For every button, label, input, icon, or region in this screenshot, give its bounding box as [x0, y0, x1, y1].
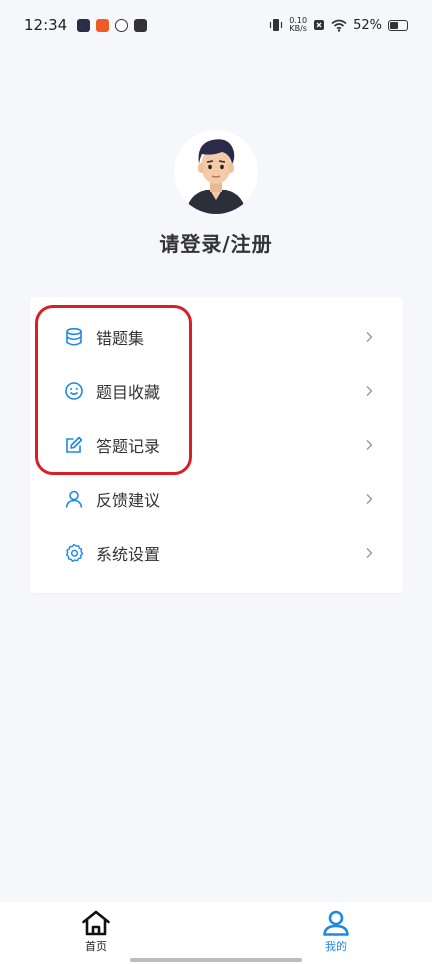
app-notification-icon	[96, 18, 110, 32]
gear-icon	[64, 543, 84, 563]
sim-off-icon	[314, 20, 325, 30]
chevron-right-icon	[366, 494, 373, 504]
message-notification-icon	[134, 18, 148, 32]
menu-item-label: 错题集	[96, 329, 145, 348]
home-icon	[82, 910, 110, 936]
nav-mine-label: 我的	[325, 940, 347, 953]
menu-item-wrong-questions[interactable]: 错题集	[30, 310, 403, 364]
screen: 12:34 0.10 KB/s 52% 请登录/注册 错题集 题目收藏 答题记录…	[0, 0, 432, 964]
menu-item-feedback[interactable]: 反馈建议	[30, 472, 403, 526]
status-bar: 12:34 0.10 KB/s 52%	[0, 0, 432, 50]
menu-item-settings[interactable]: 系统设置	[30, 526, 403, 580]
nav-home-label: 首页	[85, 940, 107, 953]
status-time: 12:34	[24, 16, 68, 34]
bottom-nav: 首页 我的	[0, 902, 432, 964]
menu-item-label: 系统设置	[96, 545, 161, 564]
user-icon	[64, 489, 84, 509]
database-icon	[64, 327, 84, 347]
avatar-illustration	[174, 130, 258, 214]
profile-section: 请登录/注册	[0, 130, 432, 257]
menu-item-answer-history[interactable]: 答题记录	[30, 418, 403, 472]
app-notification-icon	[115, 18, 129, 32]
app-notification-icon	[77, 18, 91, 32]
login-register-link[interactable]: 请登录/注册	[159, 228, 272, 257]
chevron-right-icon	[366, 440, 373, 450]
network-speed-unit: KB/s	[289, 24, 307, 33]
menu-card: 错题集 题目收藏 答题记录 反馈建议 系统设置	[30, 297, 403, 593]
chevron-right-icon	[366, 548, 373, 558]
edit-icon	[64, 435, 84, 455]
network-speed: 0.10 KB/s	[289, 17, 307, 33]
avatar[interactable]	[174, 130, 258, 214]
status-right: 0.10 KB/s 52%	[269, 17, 408, 33]
nav-home[interactable]: 首页	[65, 910, 127, 954]
status-left: 12:34	[24, 16, 148, 34]
nav-mine[interactable]: 我的	[305, 910, 367, 954]
battery-percent: 52%	[353, 17, 382, 33]
menu-item-favorites[interactable]: 题目收藏	[30, 364, 403, 418]
menu-item-label: 答题记录	[96, 437, 161, 456]
vibrate-icon	[270, 19, 283, 31]
menu-item-label: 反馈建议	[96, 491, 161, 510]
chevron-right-icon	[366, 332, 373, 342]
chevron-right-icon	[366, 386, 373, 396]
smile-icon	[64, 381, 84, 401]
battery-icon	[388, 19, 408, 31]
home-indicator[interactable]	[130, 958, 302, 962]
user-icon	[323, 910, 349, 936]
wifi-icon	[331, 19, 347, 32]
menu-item-label: 题目收藏	[96, 383, 161, 402]
